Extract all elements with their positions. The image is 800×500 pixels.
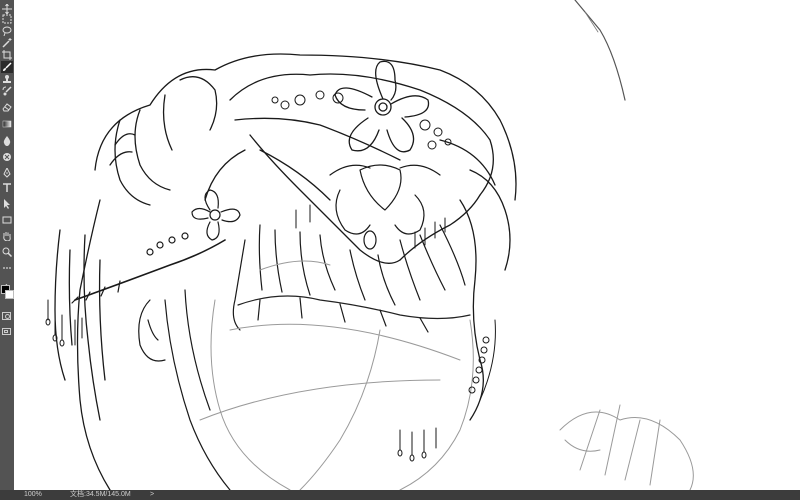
background-color-swatch[interactable] (5, 290, 14, 299)
dodge-icon (3, 153, 11, 161)
marquee-tool[interactable] (1, 13, 13, 25)
blur-drop-icon (3, 136, 11, 146)
type-tool[interactable] (1, 182, 13, 194)
document-canvas[interactable] (14, 0, 800, 490)
lasso-tool[interactable] (1, 25, 13, 37)
rectangle-icon (2, 216, 12, 224)
pen-tool[interactable] (1, 167, 13, 179)
status-bar: 100% 文档:34.5M/145.0M > (0, 490, 800, 500)
quick-mask-button[interactable] (2, 312, 11, 320)
document-info: 文档:34.5M/145.0M (70, 491, 131, 498)
brush-icon (3, 62, 12, 71)
hand-tool[interactable] (1, 230, 13, 242)
lasso-icon (2, 26, 12, 36)
eraser-tool[interactable] (1, 101, 13, 113)
shape-tool[interactable] (1, 214, 13, 226)
marquee-icon (2, 14, 12, 24)
dodge-tool[interactable] (1, 151, 13, 163)
brush-tool[interactable] (1, 61, 13, 73)
zoom-tool[interactable] (1, 246, 13, 258)
more-tools[interactable] (1, 262, 13, 274)
ellipsis-icon (3, 267, 11, 269)
stamp-icon (3, 75, 11, 83)
eraser-icon (2, 103, 12, 112)
status-menu-arrow[interactable]: > (150, 490, 154, 500)
stamp-tool[interactable] (1, 73, 13, 85)
zoom-icon (2, 247, 12, 257)
blur-tool[interactable] (1, 135, 13, 147)
path-select-tool[interactable] (1, 198, 13, 210)
crop-icon (2, 50, 12, 60)
screen-mode-button[interactable] (2, 328, 11, 335)
tools-panel (0, 0, 15, 490)
history-brush-tool[interactable] (1, 85, 13, 97)
crop-tool[interactable] (1, 49, 13, 61)
history-brush-icon (2, 86, 12, 96)
gradient-tool[interactable] (1, 118, 13, 130)
pen-icon (3, 168, 11, 178)
arrow-icon (4, 199, 10, 209)
gradient-icon (2, 120, 12, 128)
zoom-level[interactable]: 100% (24, 490, 42, 500)
wand-icon (2, 38, 12, 48)
hand-icon (3, 232, 11, 241)
quick-select-tool[interactable] (1, 37, 13, 49)
type-icon (3, 183, 11, 192)
line-art-drawing (45, 0, 694, 490)
swap-colors-icon[interactable] (2, 276, 10, 289)
